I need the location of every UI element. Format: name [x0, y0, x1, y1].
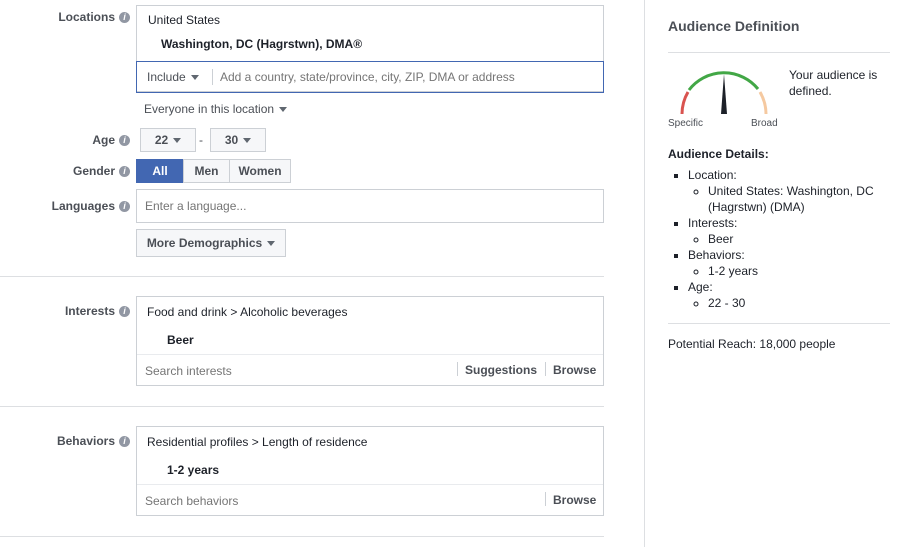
behaviors-box: Residential profiles > Length of residen… [136, 426, 604, 516]
chevron-down-icon [279, 107, 288, 113]
gender-women-button[interactable]: Women [229, 159, 291, 183]
age-label: Age i [20, 133, 130, 147]
languages-label: Languages i [20, 199, 130, 213]
interests-label-text: Interests [64, 304, 115, 318]
detail-behaviors: Behaviors: 1-2 years [688, 247, 890, 279]
behavior-item[interactable]: 1-2 years [167, 463, 219, 477]
info-icon[interactable]: i [119, 201, 130, 213]
detail-location: Location: United States: Washington, DC … [688, 167, 890, 215]
chevron-down-icon [267, 240, 276, 246]
detail-age: Age: 22 - 30 [688, 279, 890, 311]
details-title: Audience Details: [668, 147, 769, 161]
divider [457, 362, 458, 376]
info-icon[interactable]: i [119, 12, 130, 24]
gauge-tan-segment [758, 91, 768, 115]
age-min-value: 22 [154, 133, 169, 147]
detail-interests: Interests: Beer [688, 215, 890, 247]
gauge-needle [721, 74, 727, 114]
include-dropdown[interactable]: Include [147, 70, 199, 84]
interests-label: Interests i [20, 304, 130, 318]
divider [137, 484, 603, 485]
sidebar-border [644, 0, 645, 547]
gender-all-button[interactable]: All [136, 159, 184, 183]
interests-search-input[interactable] [145, 363, 445, 379]
browse-behaviors-link[interactable]: Browse [553, 493, 596, 507]
detail-behaviors-value: 1-2 years [708, 263, 890, 279]
age-max-value: 30 [224, 133, 239, 147]
location-scope-dropdown[interactable]: Everyone in this location [144, 102, 288, 116]
section-divider [0, 276, 604, 277]
audience-status: Your audience is defined. [789, 68, 878, 98]
sidebar-divider [668, 323, 890, 324]
behaviors-search-input[interactable] [145, 493, 525, 509]
section-divider [0, 536, 604, 537]
gender-men-button[interactable]: Men [183, 159, 230, 183]
chevron-down-icon [173, 137, 182, 143]
gauge-broad-label: Broad [751, 118, 778, 129]
detail-interests-label: Interests: [688, 216, 738, 230]
location-region[interactable]: Washington, DC (Hagrstwn), DMA® [161, 37, 362, 51]
age-min-select[interactable]: 22 [140, 128, 196, 152]
sidebar-title: Audience Definition [668, 18, 800, 34]
sidebar-divider [668, 52, 890, 53]
locations-label-text: Locations [58, 10, 115, 24]
gender-label: Gender i [20, 164, 130, 178]
detail-location-label: Location: [688, 168, 737, 182]
browse-interests-link[interactable]: Browse [553, 363, 596, 377]
more-demographics-button[interactable]: More Demographics [136, 229, 286, 257]
languages-label-text: Languages [51, 199, 115, 213]
gauge-red-segment [680, 91, 690, 115]
locations-box: United States Washington, DC (Hagrstwn),… [136, 5, 604, 93]
behavior-path: Residential profiles > Length of residen… [147, 435, 368, 449]
interest-item[interactable]: Beer [167, 333, 194, 347]
detail-location-value: United States: Washington, DC (Hagrstwn)… [708, 183, 890, 215]
chevron-down-icon [190, 75, 199, 81]
language-input[interactable] [145, 198, 585, 214]
divider [545, 492, 546, 506]
languages-box [136, 189, 604, 223]
behaviors-label: Behaviors i [20, 434, 130, 448]
detail-age-value: 22 - 30 [708, 295, 890, 311]
divider [212, 69, 213, 85]
divider [545, 362, 546, 376]
suggestions-link[interactable]: Suggestions [465, 363, 537, 377]
section-divider [0, 406, 604, 407]
age-separator: - [199, 133, 203, 147]
info-icon[interactable]: i [119, 436, 130, 448]
info-icon[interactable]: i [119, 166, 130, 178]
behaviors-label-text: Behaviors [56, 434, 115, 448]
location-region-text: Washington, DC (Hagrstwn), DMA® [161, 37, 363, 51]
location-input-row: Include [136, 61, 604, 93]
chevron-down-icon [243, 137, 252, 143]
info-icon[interactable]: i [119, 135, 130, 147]
audience-gauge [680, 71, 768, 115]
gender-toggle-group: All Men Women [136, 159, 291, 183]
location-scope-label: Everyone in this location [144, 102, 275, 116]
gender-label-text: Gender [72, 164, 115, 178]
locations-label: Locations i [20, 10, 130, 24]
location-search-input[interactable] [220, 68, 590, 86]
include-label: Include [147, 70, 186, 84]
location-country: United States [148, 13, 221, 27]
potential-reach: Potential Reach: 18,000 people [668, 337, 836, 351]
detail-interests-value: Beer [708, 231, 890, 247]
more-demographics-label: More Demographics [146, 236, 263, 250]
interests-box: Food and drink > Alcoholic beverages Bee… [136, 296, 604, 386]
detail-age-label: Age: [688, 280, 713, 294]
divider [137, 354, 603, 355]
age-max-select[interactable]: 30 [210, 128, 266, 152]
age-label-text: Age [92, 133, 115, 147]
interest-path: Food and drink > Alcoholic beverages [147, 305, 348, 319]
info-icon[interactable]: i [119, 306, 130, 318]
detail-behaviors-label: Behaviors: [688, 248, 745, 262]
audience-details-list: Location: United States: Washington, DC … [668, 167, 890, 311]
gauge-specific-label: Specific [668, 118, 704, 129]
